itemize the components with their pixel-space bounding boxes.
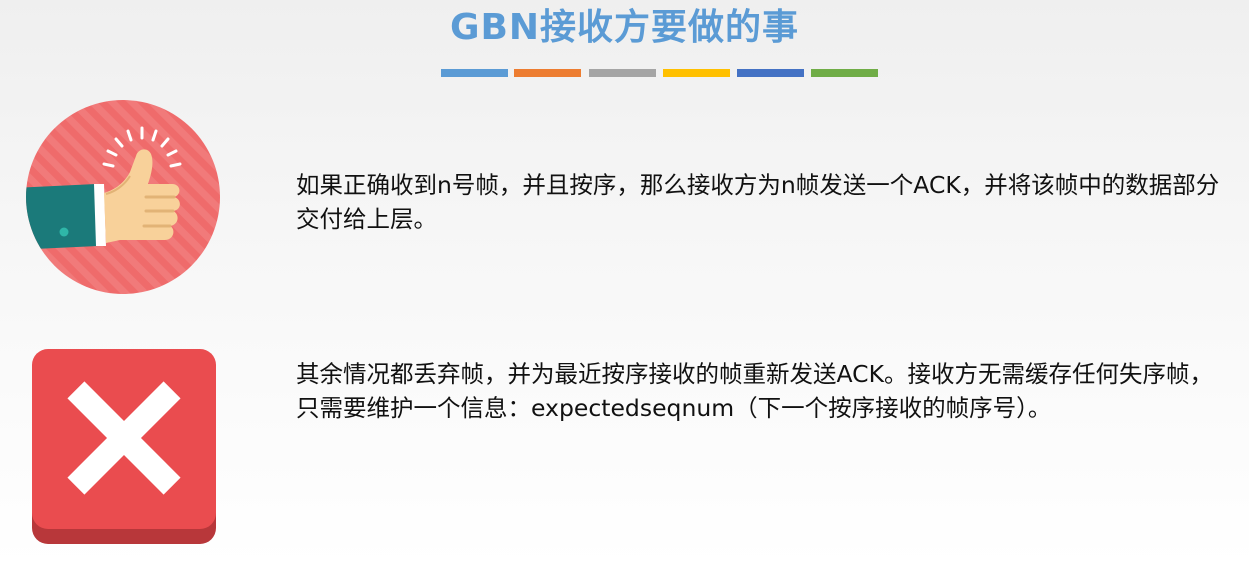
item-text-discard-frame: 其余情况都丢弃帧，并为最近按序接收的帧重新发送ACK。接收方无需缓存任何失序帧，… (296, 360, 1213, 422)
underline-bar-gray (589, 69, 656, 77)
underline-bar-yellow (663, 69, 730, 77)
slide-title: GBN接收方要做的事 (449, 7, 800, 48)
underline-bar-blue (441, 69, 508, 77)
red-x-icon (31, 348, 217, 546)
underline-bar-orange (514, 69, 581, 77)
underline-bar-darkblue (737, 69, 804, 77)
item-text-correct-frame: 如果正确收到n号帧，并且按序，那么接收方为n帧发送一个ACK，并将该帧中的数据部… (296, 171, 1220, 233)
underline-bar-green (811, 69, 878, 77)
thumbs-up-icon (24, 98, 222, 296)
